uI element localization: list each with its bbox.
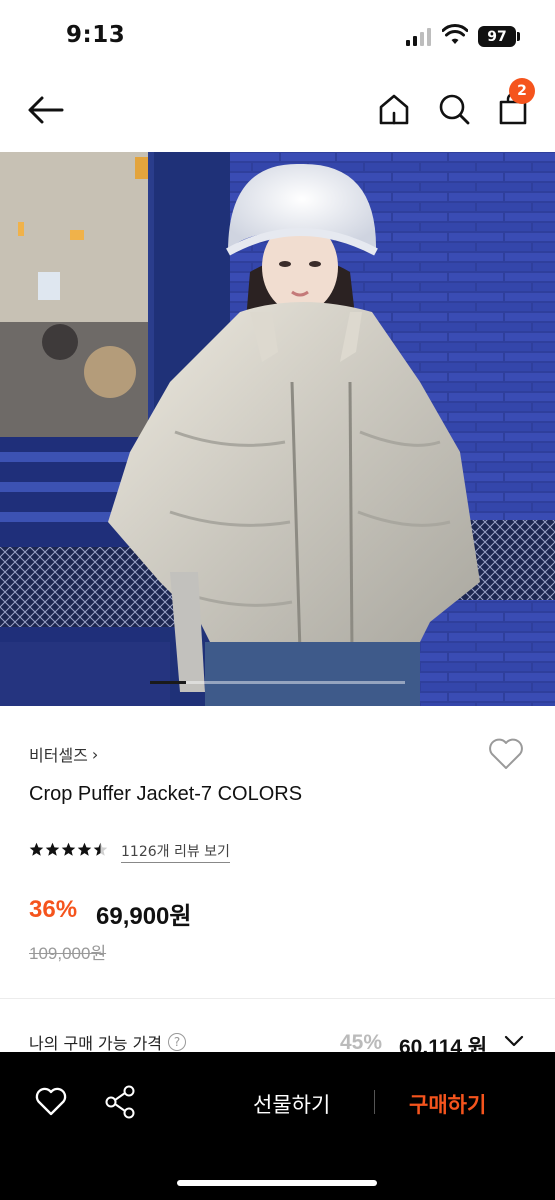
discount-rate: 36%: [29, 896, 78, 923]
buy-button[interactable]: 구매하기: [409, 1089, 486, 1119]
review-link[interactable]: 1126개 리뷰 보기: [121, 841, 230, 863]
star-icon: [61, 842, 76, 856]
status-bar: 9:13 97: [0, 0, 555, 72]
help-icon[interactable]: ?: [168, 1033, 187, 1051]
star-icon: [29, 842, 44, 856]
share-icon[interactable]: [104, 1084, 136, 1120]
brand-name: 비터셀즈: [29, 746, 88, 765]
status-time: 9:13: [66, 22, 126, 48]
chevron-right-icon: ›: [91, 744, 99, 764]
chevron-down-icon[interactable]: [503, 1031, 525, 1051]
original-price: 109,000원: [29, 944, 107, 963]
gift-button[interactable]: 선물하기: [253, 1089, 330, 1119]
gallery-progress-track: [150, 681, 405, 684]
divider: [0, 998, 555, 999]
product-photo: [0, 152, 555, 706]
product-title: Crop Puffer Jacket-7 COLORS: [29, 783, 303, 805]
gallery-progress-fill: [150, 681, 186, 684]
bottom-action-bar: 선물하기 구매하기: [0, 1052, 555, 1200]
star-icon: [45, 842, 60, 856]
back-arrow-icon[interactable]: [26, 92, 66, 128]
cart-count-badge: 2: [509, 78, 535, 104]
sale-price: 69,900원: [96, 903, 192, 930]
battery-icon: 97: [478, 26, 516, 47]
heart-icon[interactable]: [487, 736, 525, 772]
rating-stars: [29, 842, 108, 857]
cellular-signal-icon: [406, 28, 431, 46]
search-icon[interactable]: [437, 92, 471, 126]
heart-icon[interactable]: [34, 1086, 68, 1118]
battery-tip: [517, 32, 520, 41]
divider: [374, 1090, 375, 1114]
star-icon: [93, 842, 108, 856]
home-indicator: [177, 1180, 377, 1186]
my-price-label: 나의 구매 가능 가격 ?: [29, 1030, 187, 1054]
home-icon[interactable]: [377, 92, 411, 126]
top-nav: [0, 72, 555, 152]
my-price-label-text: 나의 구매 가능 가격: [29, 1034, 163, 1053]
product-image[interactable]: [0, 152, 555, 706]
brand-link[interactable]: 비터셀즈 ›: [29, 742, 98, 766]
wifi-icon: [442, 24, 468, 44]
star-icon: [77, 842, 92, 856]
